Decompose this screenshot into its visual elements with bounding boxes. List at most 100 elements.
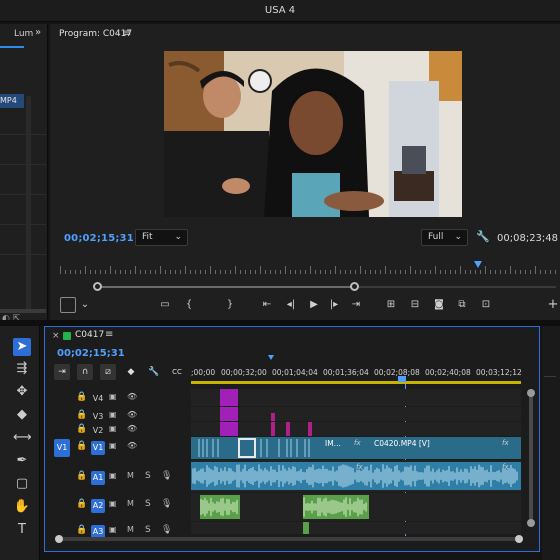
insert-nest-icon[interactable]: ⇥ [54, 364, 70, 380]
playhead-timecode[interactable]: 00;02;15;31 [64, 233, 134, 244]
lock-icon[interactable]: 🔒 [76, 471, 87, 481]
timeline-tab[interactable]: C0417 [75, 330, 104, 340]
scroll-handle-left[interactable] [55, 535, 63, 543]
mark-in-icon[interactable]: { [184, 296, 194, 314]
lock-icon[interactable]: 🔒 [76, 499, 87, 509]
eye-icon[interactable]: 👁 [127, 392, 137, 401]
in-point-marker[interactable] [268, 355, 274, 360]
graphic-clip[interactable] [286, 422, 290, 436]
graphic-clip[interactable] [271, 422, 275, 436]
lock-icon[interactable]: 🔒 [76, 441, 87, 451]
scroll-handle-bottom[interactable] [527, 519, 535, 527]
type-icon[interactable]: T [13, 521, 31, 539]
lock-icon[interactable]: 🔒 [76, 410, 87, 420]
mark-out-icon[interactable]: } [225, 296, 235, 314]
track-lane-v4[interactable] [191, 389, 521, 406]
overwrite-icon[interactable]: ⊟ [407, 296, 423, 314]
microphone-icon[interactable]: 🎙 [161, 525, 172, 535]
source-clip-item[interactable]: MP4 [0, 94, 24, 108]
step-forward-icon[interactable]: |▸ [327, 296, 341, 314]
video-preview[interactable] [164, 51, 462, 217]
sync-lock-icon[interactable]: ▣ [109, 441, 117, 450]
lock-icon[interactable]: 🔒 [76, 525, 87, 535]
sync-lock-icon[interactable]: ▣ [109, 525, 117, 534]
rectangle-icon[interactable]: ▢ [13, 475, 31, 493]
captions-icon[interactable]: CC [169, 364, 185, 380]
safe-margins-icon[interactable]: ▭ [157, 296, 173, 314]
mute-button[interactable]: M [127, 525, 134, 534]
eye-icon[interactable]: 👁 [127, 410, 137, 419]
track-name[interactable]: A2 [91, 499, 105, 513]
graphic-clip[interactable] [308, 422, 312, 436]
track-name[interactable]: A1 [91, 471, 105, 485]
source-scrub-bar[interactable] [0, 309, 46, 313]
razor-icon[interactable]: ◆ [13, 406, 31, 424]
mute-button[interactable]: M [127, 471, 134, 480]
graphic-clip[interactable] [220, 422, 238, 436]
program-zoom-scrollbar[interactable] [60, 282, 560, 291]
sync-lock-icon[interactable]: ▣ [109, 392, 117, 401]
solo-button[interactable]: S [145, 471, 151, 481]
export-frame-icon[interactable]: ◙ [431, 296, 447, 314]
zoom-level-dropdown[interactable]: Fit ⌄ [135, 229, 188, 246]
hamburger-menu-icon[interactable]: ≡ [105, 329, 113, 340]
microphone-icon[interactable]: 🎙 [161, 499, 172, 509]
track-select-icon[interactable]: ⇶ [13, 360, 31, 378]
track-name[interactable]: V2 [91, 424, 105, 438]
step-back-icon[interactable]: ◂| [284, 296, 298, 314]
pen-icon[interactable]: ✒ [13, 452, 31, 470]
sync-lock-icon[interactable]: ▣ [109, 471, 117, 480]
microphone-icon[interactable]: 🎙 [161, 471, 172, 481]
scroll-handle-right[interactable] [515, 535, 523, 543]
track-lane-a2[interactable] [191, 493, 521, 521]
slip-icon[interactable]: ⟷ [13, 429, 32, 447]
selected-clip[interactable] [238, 438, 256, 458]
wrench-icon[interactable]: 🔧 [146, 364, 162, 380]
chevron-down-icon[interactable]: ⌄ [80, 296, 90, 314]
track-lane-a3[interactable] [191, 522, 521, 534]
graphic-clip[interactable] [271, 413, 275, 421]
track-lane-v3[interactable] [191, 407, 521, 421]
eye-icon[interactable]: 👁 [127, 424, 137, 433]
source-patch-v1[interactable]: V1 [54, 439, 70, 457]
mute-button[interactable]: M [127, 499, 134, 508]
lock-icon[interactable]: 🔒 [76, 392, 87, 402]
insert-icon[interactable]: ⊞ [383, 296, 399, 314]
ripple-edit-icon[interactable]: ✥ [13, 383, 31, 401]
timeline-horizontal-scrollbar[interactable] [55, 535, 523, 543]
solo-button[interactable]: S [145, 499, 151, 509]
graphic-clip[interactable] [220, 389, 238, 406]
timeline-time-ruler[interactable]: ;00;00 00;00;32;00 00;01;04;04 00;01;36;… [191, 363, 527, 387]
zoom-handle-right[interactable] [350, 282, 359, 291]
hand-icon[interactable]: ✋ [13, 498, 31, 516]
lock-icon[interactable]: 🔒 [76, 424, 87, 434]
eye-icon[interactable]: 👁 [127, 441, 137, 450]
linked-selection-icon[interactable]: ⧄ [100, 364, 116, 380]
close-icon[interactable]: × [52, 331, 60, 341]
sync-lock-icon[interactable]: ▣ [109, 499, 117, 508]
work-area-bar[interactable] [191, 381, 521, 384]
double-chevron-right-icon[interactable]: » [35, 27, 41, 38]
track-lane-v2[interactable] [191, 422, 521, 436]
selection-tool-icon[interactable]: ➤ [13, 338, 31, 356]
source-panel-tab[interactable]: Lum [14, 29, 33, 39]
solo-button[interactable]: S [145, 525, 151, 535]
source-panel-scrollbar[interactable] [26, 96, 31, 312]
track-lane-a1[interactable]: fx fx [191, 460, 521, 492]
comparison-view-icon[interactable]: ⧉ [454, 296, 470, 314]
graphic-clip[interactable] [220, 407, 238, 421]
zoom-handle-left[interactable] [93, 282, 102, 291]
track-name[interactable]: V4 [91, 392, 105, 406]
wrench-icon[interactable]: 🔧 [476, 230, 490, 243]
settings-icon[interactable] [60, 297, 76, 313]
hamburger-menu-icon[interactable]: ≡ [123, 28, 131, 39]
snap-icon[interactable]: ∩ [77, 364, 93, 380]
add-button-icon[interactable]: + [547, 296, 559, 314]
timeline-timecode[interactable]: 00;02;15;31 [57, 348, 125, 359]
program-monitor-tab[interactable]: Program: C0417 [59, 29, 132, 39]
button-editor-icon[interactable]: ⊡ [478, 296, 494, 314]
add-marker-icon[interactable]: ◆ [123, 364, 139, 380]
track-lane-v1[interactable]: IM... fx C0420.MP4 [V] fx [191, 437, 521, 459]
sync-lock-icon[interactable]: ▣ [109, 410, 117, 419]
timeline-playhead-handle[interactable] [398, 376, 406, 382]
